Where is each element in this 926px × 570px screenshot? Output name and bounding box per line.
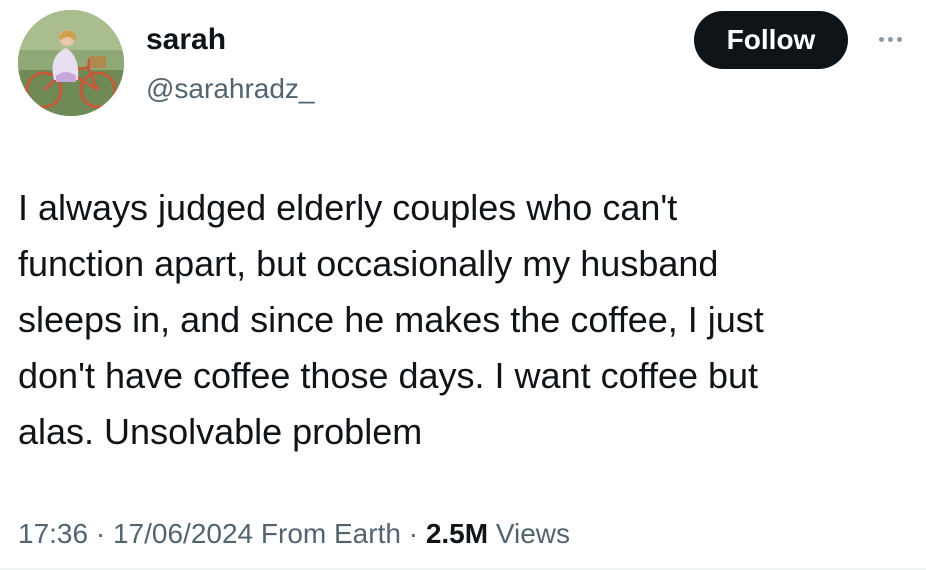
more-dot	[896, 36, 902, 42]
author-handle[interactable]: @sarahradz_	[146, 70, 315, 108]
tweet-card: sarah @sarahradz_ Follow I always judged…	[0, 0, 926, 570]
follow-button[interactable]: Follow	[694, 11, 848, 69]
author-avatar[interactable]	[18, 10, 124, 116]
more-dot	[878, 36, 884, 42]
tweet-source: From Earth	[260, 518, 401, 549]
tweet-metadata: 17:36 · 17/06/2024 From Earth · 2.5M Vie…	[18, 514, 570, 554]
views-count[interactable]: 2.5M	[426, 518, 488, 549]
tweet-line: function apart, but occasionally my husb…	[18, 243, 719, 284]
avatar-image	[18, 10, 124, 116]
tweet-time[interactable]: 17:36	[18, 518, 88, 549]
views-label: Views	[495, 518, 571, 549]
tweet-line: I always judged elderly couples who can'…	[18, 187, 678, 228]
tweet-line: alas. Unsolvable problem	[18, 411, 423, 452]
tweet-text: I always judged elderly couples who can'…	[18, 180, 908, 460]
tweet-line: don't have coffee those days. I want cof…	[18, 355, 759, 396]
meta-separator: ·	[95, 518, 106, 549]
tweet-date[interactable]: 17/06/2024	[113, 518, 253, 549]
tweet-line: sleeps in, and since he makes the coffee…	[18, 299, 764, 340]
meta-separator: ·	[408, 518, 419, 549]
author-display-name[interactable]: sarah	[146, 20, 226, 60]
more-horizontal-icon[interactable]	[870, 24, 910, 54]
more-dot	[887, 36, 893, 42]
